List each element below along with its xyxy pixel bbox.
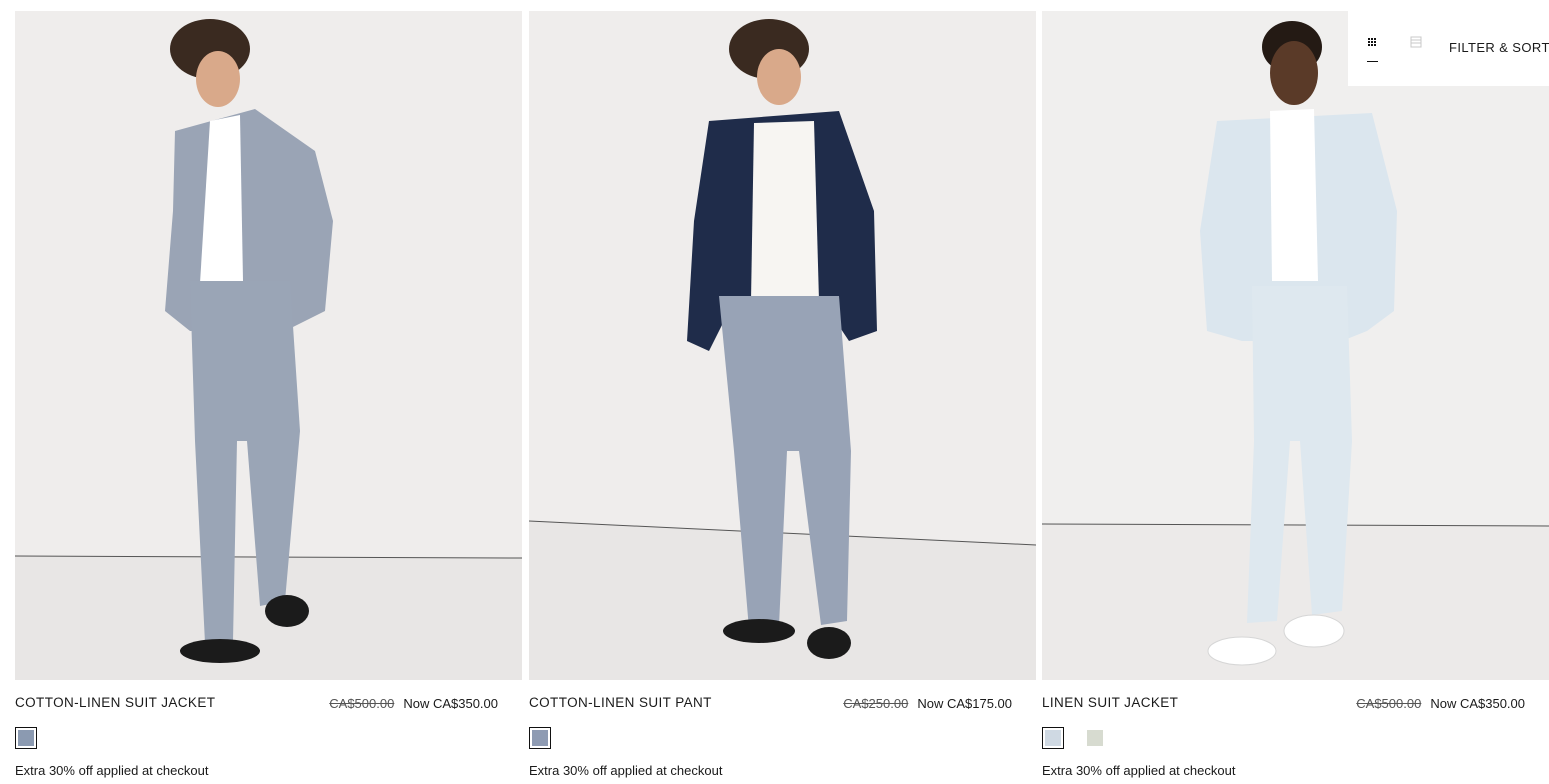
view-toolbar: FILTER & SORT	[1348, 11, 1549, 86]
filter-sort-button[interactable]: FILTER & SORT	[1449, 40, 1549, 55]
swatch-chip	[532, 730, 548, 746]
product-card[interactable]: COTTON-LINEN SUIT PANT CA$250.00 Now CA$1…	[529, 11, 1036, 784]
color-swatch[interactable]	[1042, 727, 1064, 749]
product-name[interactable]: LINEN SUIT JACKET	[1042, 695, 1178, 710]
swatch-chip	[1087, 730, 1103, 746]
product-grid: COTTON-LINEN SUIT JACKET CA$500.00 Now CA…	[15, 11, 1549, 784]
product-card[interactable]: COTTON-LINEN SUIT JACKET CA$500.00 Now CA…	[15, 11, 522, 784]
sale-price: Now CA$175.00	[917, 696, 1012, 711]
color-swatch[interactable]	[529, 727, 551, 749]
color-swatch[interactable]	[15, 727, 37, 749]
price-block: CA$250.00 Now CA$175.00	[843, 696, 1012, 711]
promo-text: Extra 30% off applied at checkout	[529, 763, 723, 778]
color-swatch[interactable]	[1084, 727, 1106, 749]
active-view-indicator	[1367, 61, 1378, 62]
grid-3x3-icon[interactable]	[1363, 33, 1381, 69]
product-image[interactable]	[1042, 11, 1549, 680]
product-image[interactable]	[15, 11, 522, 680]
swatch-chip	[18, 730, 34, 746]
sale-price: Now CA$350.00	[403, 696, 498, 711]
product-name[interactable]: COTTON-LINEN SUIT JACKET	[15, 695, 215, 710]
original-price: CA$500.00	[329, 696, 395, 711]
product-card[interactable]: LINEN SUIT JACKET CA$500.00 Now CA$350.00…	[1042, 11, 1549, 784]
price-block: CA$500.00 Now CA$350.00	[1356, 696, 1525, 711]
original-price: CA$500.00	[1356, 696, 1422, 711]
grid-2-icon[interactable]	[1407, 33, 1425, 69]
original-price: CA$250.00	[843, 696, 909, 711]
product-image[interactable]	[529, 11, 1036, 680]
price-block: CA$500.00 Now CA$350.00	[329, 696, 498, 711]
product-name[interactable]: COTTON-LINEN SUIT PANT	[529, 695, 712, 710]
swatch-chip	[1045, 730, 1061, 746]
promo-text: Extra 30% off applied at checkout	[1042, 763, 1236, 778]
sale-price: Now CA$350.00	[1430, 696, 1525, 711]
promo-text: Extra 30% off applied at checkout	[15, 763, 209, 778]
